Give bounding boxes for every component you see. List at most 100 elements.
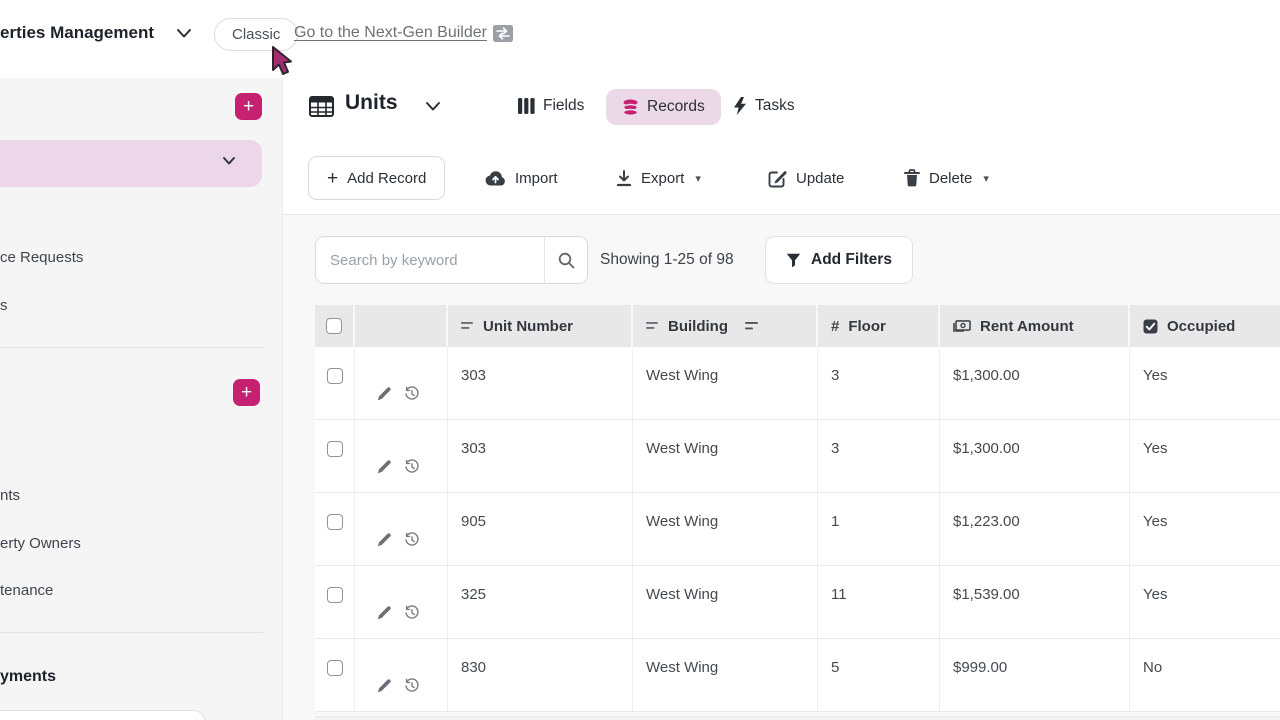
history-icon[interactable] xyxy=(404,514,420,565)
fields-columns-icon xyxy=(518,98,535,114)
add-filters-button[interactable]: Add Filters xyxy=(765,236,913,284)
table-row: 303 West Wing 3 $1,300.00 Yes xyxy=(315,347,1280,420)
row-actions-cell xyxy=(355,493,448,565)
cell-rent: $1,539.00 xyxy=(940,566,1130,638)
cell-occupied: Yes xyxy=(1130,566,1280,638)
edit-record-icon[interactable] xyxy=(377,587,391,638)
filter-funnel-icon xyxy=(786,253,801,268)
sidebar-add-button-top[interactable]: + xyxy=(235,93,262,120)
table-row: 830 West Wing 5 $999.00 No xyxy=(315,639,1280,712)
cell-occupied: Yes xyxy=(1130,420,1280,492)
trash-icon xyxy=(904,169,920,187)
search-button[interactable] xyxy=(544,237,587,283)
results-count: Showing 1-25 of 98 xyxy=(600,251,734,269)
cloud-upload-icon xyxy=(485,170,506,186)
sort-icon[interactable] xyxy=(745,321,759,332)
cell-occupied: Yes xyxy=(1130,493,1280,565)
table-row: 325 West Wing 11 $1,539.00 Yes xyxy=(315,566,1280,639)
export-button[interactable]: Export ▾ xyxy=(616,156,701,200)
nextgen-builder-link[interactable]: Go to the Next-Gen Builder xyxy=(294,24,513,42)
currency-type-icon xyxy=(953,320,971,332)
cell-unit-number: 303 xyxy=(448,420,633,492)
checkbox-type-icon xyxy=(1143,319,1158,334)
history-icon[interactable] xyxy=(404,441,420,492)
row-actions-cell xyxy=(355,639,448,711)
cell-unit-number: 325 xyxy=(448,566,633,638)
download-icon xyxy=(616,170,632,187)
row-checkbox[interactable] xyxy=(327,514,343,530)
chevron-down-icon[interactable] xyxy=(222,156,236,166)
row-checkbox[interactable] xyxy=(327,660,343,676)
app-window: erties Management Classic Go to the Next… xyxy=(0,0,1280,720)
sidebar: + ce Requests s + nts erty Owners tenanc… xyxy=(0,78,283,720)
tab-fields[interactable]: Fields xyxy=(518,97,584,115)
cell-building: West Wing xyxy=(633,347,818,419)
row-actions-cell xyxy=(355,420,448,492)
sidebar-item-selected[interactable] xyxy=(0,140,262,187)
row-checkbox-cell xyxy=(315,347,355,419)
edit-record-icon[interactable] xyxy=(377,441,391,492)
col-header-building[interactable]: Building xyxy=(633,305,818,347)
cell-occupied: Yes xyxy=(1130,347,1280,419)
row-checkbox-cell xyxy=(315,566,355,638)
edit-record-icon[interactable] xyxy=(377,660,391,711)
next-row-edge xyxy=(315,716,1280,720)
import-button[interactable]: Import xyxy=(485,156,558,200)
row-checkbox[interactable] xyxy=(327,368,343,384)
app-title: erties Management xyxy=(0,23,154,43)
cell-floor: 11 xyxy=(818,566,940,638)
records-database-icon xyxy=(622,99,639,116)
update-button[interactable]: Update xyxy=(768,156,844,200)
entity-title: Units xyxy=(345,91,398,115)
cell-unit-number: 303 xyxy=(448,347,633,419)
mouse-cursor xyxy=(270,46,296,80)
builder-switch-icon xyxy=(493,25,513,42)
sidebar-item-partial-1[interactable]: s xyxy=(0,297,8,314)
delete-button[interactable]: Delete ▾ xyxy=(904,156,989,200)
history-icon[interactable] xyxy=(404,368,420,419)
table-grid-icon xyxy=(309,96,334,117)
col-header-occupied[interactable]: Occupied xyxy=(1130,305,1280,347)
search-box xyxy=(315,236,588,284)
sidebar-item-tenants[interactable]: nts xyxy=(0,487,20,504)
text-type-icon xyxy=(646,321,659,331)
edit-pencil-square-icon xyxy=(768,169,787,188)
sidebar-add-button-middle[interactable]: + xyxy=(233,379,260,406)
caret-down-icon: ▾ xyxy=(695,172,701,185)
chevron-down-icon[interactable] xyxy=(425,101,441,112)
chevron-down-icon[interactable] xyxy=(176,28,192,39)
cell-floor: 3 xyxy=(818,347,940,419)
col-header-rent-amount[interactable]: Rent Amount xyxy=(940,305,1130,347)
sidebar-bottom-card[interactable] xyxy=(0,710,206,720)
tab-records-active[interactable]: Records xyxy=(606,89,721,125)
text-type-icon xyxy=(461,321,474,331)
sidebar-section-payments[interactable]: yments xyxy=(0,668,56,686)
table-row: 905 West Wing 1 $1,223.00 Yes xyxy=(315,493,1280,566)
history-icon[interactable] xyxy=(404,660,420,711)
cell-rent: $1,223.00 xyxy=(940,493,1130,565)
row-checkbox[interactable] xyxy=(327,441,343,457)
sidebar-item-requests[interactable]: ce Requests xyxy=(0,249,83,266)
sidebar-item-maintenance[interactable]: tenance xyxy=(0,582,53,599)
sidebar-item-property-owners[interactable]: erty Owners xyxy=(0,535,81,552)
add-record-button[interactable]: + Add Record xyxy=(308,156,445,200)
row-actions-cell xyxy=(355,347,448,419)
caret-down-icon: ▾ xyxy=(983,172,989,185)
col-header-unit-number[interactable]: Unit Number xyxy=(448,305,633,347)
search-icon xyxy=(558,252,575,269)
plus-icon: + xyxy=(241,383,252,402)
cell-floor: 3 xyxy=(818,420,940,492)
search-input[interactable] xyxy=(316,237,544,283)
edit-record-icon[interactable] xyxy=(377,514,391,565)
row-checkbox-cell xyxy=(315,639,355,711)
tab-tasks[interactable]: Tasks xyxy=(733,97,795,115)
history-icon[interactable] xyxy=(404,587,420,638)
row-checkbox[interactable] xyxy=(327,587,343,603)
select-all-cell xyxy=(315,305,355,347)
cell-rent: $999.00 xyxy=(940,639,1130,711)
cell-floor: 5 xyxy=(818,639,940,711)
col-header-floor[interactable]: # Floor xyxy=(818,305,940,347)
cell-rent: $1,300.00 xyxy=(940,420,1130,492)
select-all-checkbox[interactable] xyxy=(326,318,342,334)
edit-record-icon[interactable] xyxy=(377,368,391,419)
